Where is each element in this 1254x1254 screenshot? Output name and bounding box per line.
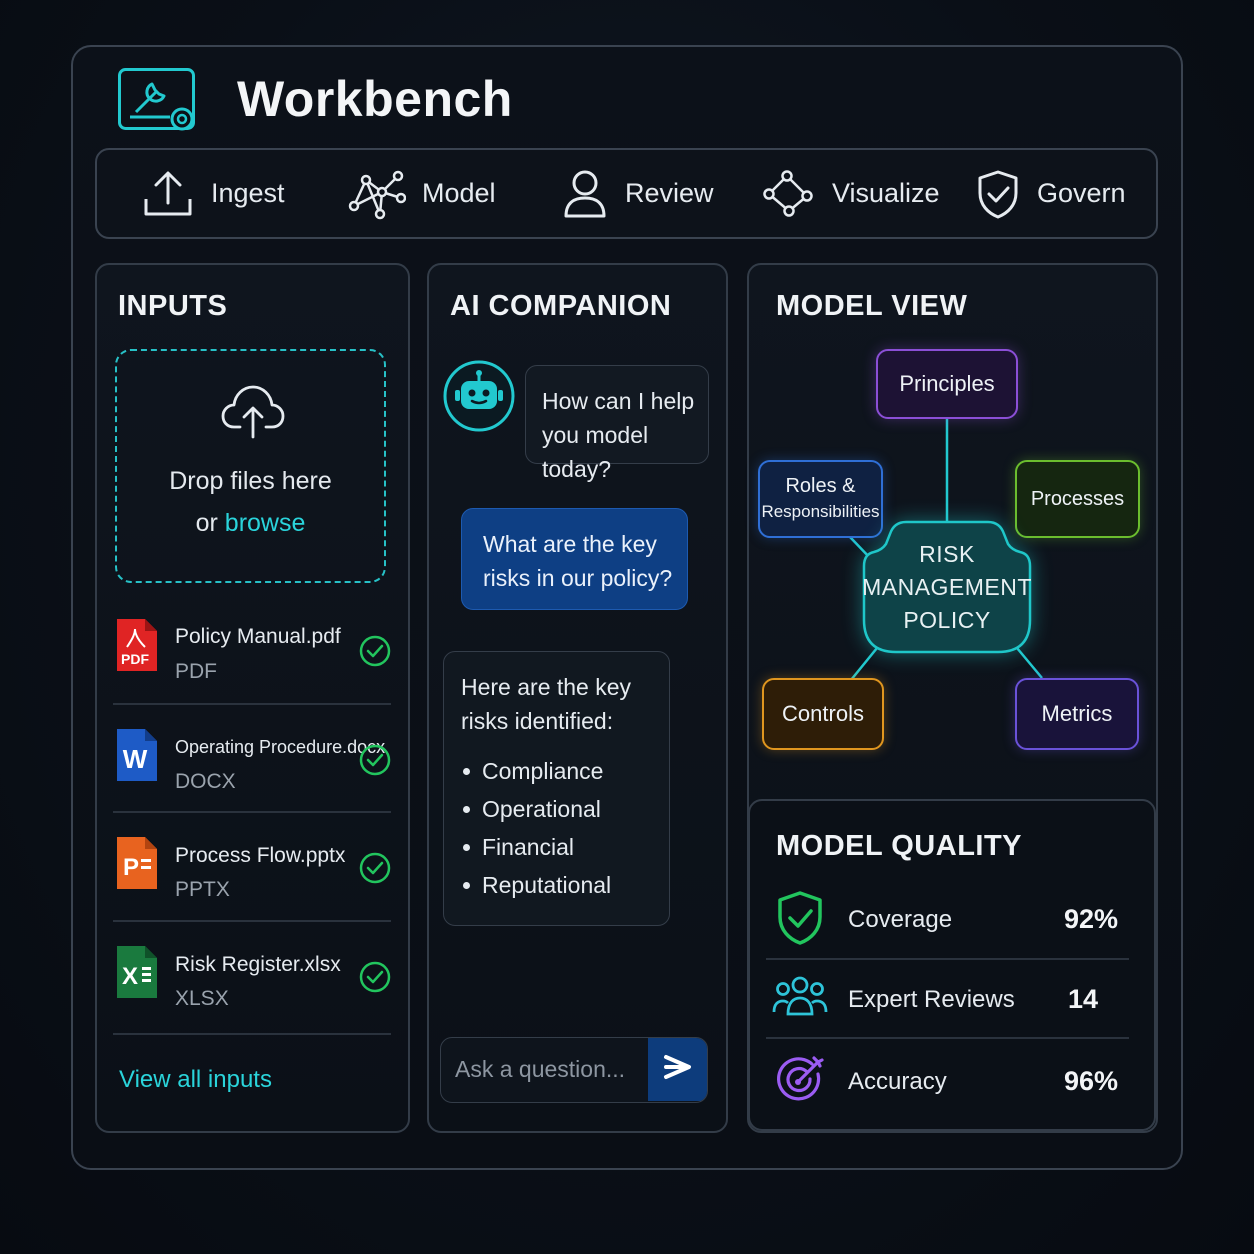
- tab-visualize-label: Visualize: [832, 178, 940, 208]
- dropzone-browse-line: or browse: [117, 509, 384, 538]
- upload-icon: [143, 169, 193, 219]
- svg-text:X: X: [122, 963, 138, 990]
- node-processes[interactable]: Processes: [1015, 460, 1140, 538]
- quality-metric-label: Coverage: [848, 906, 953, 933]
- bot-message-line: How can I help: [542, 388, 695, 414]
- tab-review[interactable]: Review: [563, 148, 714, 239]
- tab-visualize[interactable]: Visualize: [762, 148, 940, 239]
- model-quality-title: MODEL QUALITY: [776, 830, 1023, 862]
- ask-question-input[interactable]: [441, 1038, 650, 1101]
- shield-check-icon: [776, 890, 824, 951]
- node-roles-label-line: Roles &: [785, 475, 856, 497]
- file-list-item[interactable]: PDF Policy Manual.pdf PDF: [113, 617, 391, 717]
- tab-govern-label: Govern: [1037, 178, 1126, 208]
- node-metrics-label: Metrics: [1041, 701, 1113, 726]
- robot-icon: [442, 359, 516, 438]
- user-message: What are the key risks in our policy?: [461, 508, 688, 610]
- node-processes-label: Processes: [1030, 487, 1125, 510]
- svg-text:P: P: [123, 854, 139, 881]
- check-circle-icon: [359, 961, 391, 998]
- center-node-label: RISK MANAGEMENT POLICY: [862, 538, 1032, 637]
- inputs-title: INPUTS: [118, 290, 228, 322]
- target-icon: [776, 1054, 826, 1109]
- node-controls[interactable]: Controls: [762, 678, 884, 750]
- quality-metric-row: Coverage 92%: [766, 880, 1129, 960]
- risk-item: Financial: [461, 828, 669, 866]
- powerpoint-icon: P: [113, 835, 159, 896]
- dropzone-or-text: or: [195, 509, 218, 537]
- quality-metric-value: 96%: [1064, 1066, 1119, 1096]
- divider: [766, 1037, 1129, 1039]
- excel-icon: X: [113, 944, 159, 1005]
- send-button[interactable]: [648, 1038, 707, 1101]
- center-node-label-line: POLICY: [903, 607, 991, 633]
- user-message-line: What are the key: [483, 531, 657, 557]
- model-view-title: MODEL VIEW: [776, 290, 968, 322]
- quality-metric-value: 92%: [1064, 904, 1119, 934]
- risk-item: Compliance: [461, 752, 669, 790]
- user-message-line: risks in our policy?: [483, 565, 673, 591]
- node-controls-label: Controls: [782, 701, 864, 726]
- send-arrow-icon: [663, 1053, 693, 1086]
- quality-metric-value: 14: [1068, 984, 1099, 1014]
- file-list-item[interactable]: X Risk Register.xlsx XLSX: [113, 944, 391, 1044]
- center-node-label-line: RISK: [919, 541, 975, 567]
- risk-list: Compliance Operational Financial Reputat…: [461, 752, 669, 904]
- tab-govern[interactable]: Govern: [977, 148, 1126, 239]
- answer-intro-line: risks identified:: [461, 708, 614, 734]
- check-circle-icon: [359, 744, 391, 781]
- user-icon: [563, 169, 607, 219]
- file-name: Policy Manual.pdf: [175, 625, 341, 648]
- divider: [113, 811, 391, 813]
- tab-review-label: Review: [625, 178, 714, 208]
- pdf-icon: PDF: [113, 617, 159, 678]
- shield-check-icon: [977, 169, 1019, 219]
- network-graph-icon: [346, 168, 406, 220]
- svg-text:W: W: [123, 744, 148, 774]
- wrench-gear-icon: [118, 68, 198, 134]
- check-circle-icon: [359, 635, 391, 672]
- file-type: DOCX: [175, 770, 236, 793]
- quality-metric-row: Accuracy 96%: [766, 1042, 1129, 1122]
- tab-model[interactable]: Model: [346, 148, 496, 239]
- dropzone-text: Drop files here: [169, 467, 332, 495]
- check-circle-icon: [359, 852, 391, 889]
- word-icon: W: [113, 727, 159, 788]
- divider: [113, 1033, 391, 1035]
- divider: [113, 920, 391, 922]
- ask-question-bar: [440, 1037, 708, 1103]
- bot-message-line: you model today?: [542, 422, 649, 482]
- divider: [113, 703, 391, 705]
- file-type: PDF: [175, 660, 217, 683]
- node-principles-label: Principles: [899, 371, 995, 396]
- ai-companion-title: AI COMPANION: [450, 290, 672, 322]
- node-principles[interactable]: Principles: [876, 349, 1018, 419]
- file-type: XLSX: [175, 987, 229, 1010]
- quality-metric-label: Accuracy: [848, 1068, 947, 1095]
- app-title: Workbench: [237, 71, 513, 127]
- answer-intro-line: Here are the key: [461, 674, 632, 700]
- file-name: Operating Procedure.docx: [175, 737, 386, 757]
- node-metrics[interactable]: Metrics: [1015, 678, 1139, 750]
- users-group-icon: [772, 974, 828, 1023]
- center-node-label-line: MANAGEMENT: [862, 574, 1032, 600]
- risk-item: Reputational: [461, 866, 669, 904]
- quality-metric-label: Expert Reviews: [848, 986, 1015, 1013]
- view-all-inputs-link[interactable]: View all inputs: [119, 1066, 272, 1094]
- file-type: PPTX: [175, 878, 230, 901]
- quality-metric-row: Expert Reviews 14: [766, 960, 1129, 1040]
- cloud-upload-icon: [220, 383, 286, 444]
- bot-message: How can I help you model today?: [525, 365, 709, 482]
- graph-nodes-icon: [762, 169, 814, 219]
- tab-ingest[interactable]: Ingest: [143, 148, 285, 239]
- file-name: Process Flow.pptx: [175, 844, 346, 867]
- tab-model-label: Model: [422, 178, 496, 208]
- svg-text:PDF: PDF: [121, 651, 149, 667]
- bot-answer: Here are the key risks identified: Compl…: [443, 651, 670, 926]
- browse-link[interactable]: browse: [225, 509, 306, 537]
- tab-ingest-label: Ingest: [211, 178, 285, 208]
- file-name: Risk Register.xlsx: [175, 953, 341, 976]
- file-dropzone[interactable]: Drop files here or browse: [115, 349, 386, 583]
- risk-item: Operational: [461, 790, 669, 828]
